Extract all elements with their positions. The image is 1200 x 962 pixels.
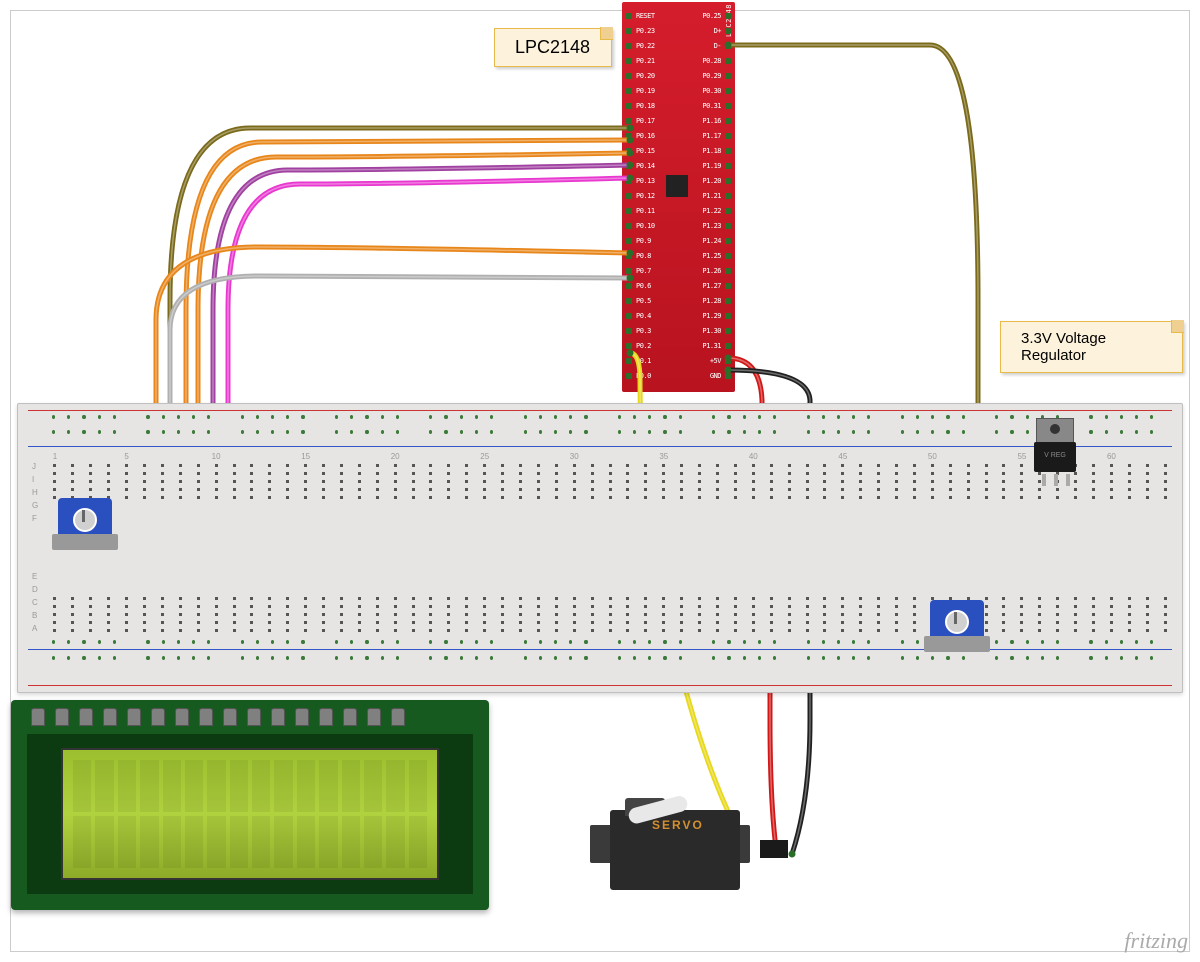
mcu-pin-p128: P1.28 bbox=[679, 295, 736, 307]
mcu-pin-p029: P0.29 bbox=[679, 70, 736, 82]
mcu-pin-p123: P1.23 bbox=[679, 220, 736, 232]
mcu-pin-p130: P1.30 bbox=[679, 325, 736, 337]
mcu-pin-p118: P1.18 bbox=[679, 145, 736, 157]
mcu-pin-p010: P0.10 bbox=[622, 220, 679, 232]
fritzing-watermark: fritzing bbox=[1124, 928, 1188, 954]
mcu-pin-p121: P1.21 bbox=[679, 190, 736, 202]
mcu-pin-p012: P0.12 bbox=[622, 190, 679, 202]
mcu-pin-gnd: GND bbox=[679, 370, 736, 382]
lpc2148-module: LPC2148 RESETP0.23P0.22P0.21P0.20P0.19P0… bbox=[622, 2, 735, 392]
mcu-pin-+5v: +5V bbox=[679, 355, 736, 367]
mcu-pin-p015: P0.15 bbox=[622, 145, 679, 157]
mcu-pin-p013: P0.13 bbox=[622, 175, 679, 187]
label-voltage-regulator: 3.3V Voltage Regulator bbox=[1000, 321, 1183, 373]
mcu-pin-p028: P0.28 bbox=[679, 55, 736, 67]
mcu-pin-p07: P0.7 bbox=[622, 265, 679, 277]
mcu-pin-p127: P1.27 bbox=[679, 280, 736, 292]
mcu-pin-p06: P0.6 bbox=[622, 280, 679, 292]
mcu-pin-d-: D- bbox=[679, 40, 736, 52]
mcu-pin-p124: P1.24 bbox=[679, 235, 736, 247]
voltage-regulator: V REG bbox=[1028, 418, 1082, 486]
mcu-pin-p023: P0.23 bbox=[622, 25, 679, 37]
potentiometer-adc bbox=[930, 600, 984, 648]
vreg-label: V REG bbox=[1034, 442, 1076, 472]
mcu-pin-d+: D+ bbox=[679, 25, 736, 37]
mcu-pin-p031: P0.31 bbox=[679, 100, 736, 112]
mcu-pin-p116: P1.16 bbox=[679, 115, 736, 127]
mcu-pin-p04: P0.4 bbox=[622, 310, 679, 322]
mcu-pin-p08: P0.8 bbox=[622, 250, 679, 262]
mcu-pin-p117: P1.17 bbox=[679, 130, 736, 142]
lcd-16x2 bbox=[11, 700, 489, 910]
mcu-pin-p120: P1.20 bbox=[679, 175, 736, 187]
lcd-screen bbox=[61, 748, 439, 880]
mcu-pin-p05: P0.5 bbox=[622, 295, 679, 307]
servo-label: SERVO bbox=[652, 818, 704, 832]
mcu-pin-p025: P0.25 bbox=[679, 10, 736, 22]
mcu-pin-p126: P1.26 bbox=[679, 265, 736, 277]
mcu-pin-p01: P0.1 bbox=[622, 355, 679, 367]
mcu-pin-p030: P0.30 bbox=[679, 85, 736, 97]
mcu-pin-p02: P0.2 bbox=[622, 340, 679, 352]
label-lpc2148: LPC2148 bbox=[494, 28, 612, 67]
mcu-pin-p09: P0.9 bbox=[622, 235, 679, 247]
mcu-pin-p011: P0.11 bbox=[622, 205, 679, 217]
mcu-pin-p00: P0.0 bbox=[622, 370, 679, 382]
mcu-pin-p016: P0.16 bbox=[622, 130, 679, 142]
mcu-pin-p014: P0.14 bbox=[622, 160, 679, 172]
mcu-pin-p122: P1.22 bbox=[679, 205, 736, 217]
mcu-pin-p018: P0.18 bbox=[622, 100, 679, 112]
potentiometer-lcd-contrast bbox=[58, 498, 112, 546]
mcu-pin-p022: P0.22 bbox=[622, 40, 679, 52]
breadboard: 151015202530354045505560 JIHGF EDCBA bbox=[17, 403, 1183, 693]
mcu-pin-p129: P1.29 bbox=[679, 310, 736, 322]
mcu-pin-p019: P0.19 bbox=[622, 85, 679, 97]
mcu-pin-p017: P0.17 bbox=[622, 115, 679, 127]
mcu-pin-p131: P1.31 bbox=[679, 340, 736, 352]
servo-motor: SERVO bbox=[580, 790, 760, 900]
mcu-pin-p03: P0.3 bbox=[622, 325, 679, 337]
mcu-pin-p119: P1.19 bbox=[679, 160, 736, 172]
mcu-pin-p020: P0.20 bbox=[622, 70, 679, 82]
mcu-pin-reset: RESET bbox=[622, 10, 679, 22]
mcu-pin-p125: P1.25 bbox=[679, 250, 736, 262]
mcu-pin-p021: P0.21 bbox=[622, 55, 679, 67]
